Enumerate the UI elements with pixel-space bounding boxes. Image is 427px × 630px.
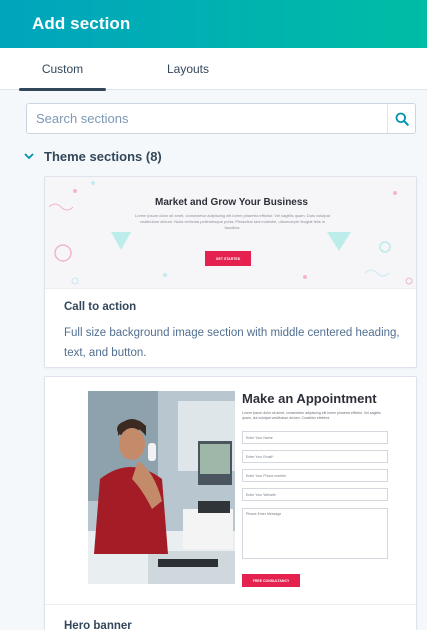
section-title: Call to action [64,301,137,313]
decorative-shapes [48,181,413,285]
section-thumbnail: Make an Appointment Lorem ipsum dolor si… [45,377,416,605]
thumbnail-field: Enter Your Name [242,431,388,444]
section-thumbnail: Market and Grow Your Business Lorem ipsu… [45,177,416,289]
thumbnail-body: Lorem ipsum dolor sit amet, consectetur … [242,411,381,420]
search-box [26,103,416,134]
search-input[interactable] [27,104,387,133]
section-title: Hero banner [64,620,132,630]
theme-sections-toggle[interactable]: Theme sections (8) [22,146,162,166]
search-icon [395,112,409,126]
section-card-hero-banner[interactable]: Make an Appointment Lorem ipsum dolor si… [44,376,417,630]
thumbnail-heading: Market and Grow Your Business [154,197,308,208]
tab-layouts[interactable]: Layouts [124,48,252,90]
thumbnail-button: FREE CONSULTANCY [242,574,300,587]
thumbnail-photo [88,391,235,584]
theme-sections-label: Theme sections (8) [44,148,162,164]
thumbnail-heading: Make an Appointment [242,391,377,406]
panel-header: Add section [0,0,427,48]
thumbnail-body: Lorem ipsum dolor sit amet, consectetur … [135,213,330,230]
search-button[interactable] [387,104,415,133]
section-description: Full size background image section with … [64,327,400,359]
section-card-call-to-action[interactable]: Market and Grow Your Business Lorem ipsu… [44,176,417,368]
thumbnail-field: Enter Your Email* [242,450,388,463]
thumbnail-field: Enter Your Website [242,488,388,501]
thumbnail-textarea: Please Enter Message [242,508,388,559]
tab-custom[interactable]: Custom [19,48,106,91]
tab-bar: Custom Layouts [0,48,427,91]
panel-title: Add section [32,14,131,33]
thumbnail-button: GET STARTED [205,251,251,266]
chevron-down-icon [22,149,36,163]
thumbnail-field: Enter Your Phone number [242,469,388,482]
